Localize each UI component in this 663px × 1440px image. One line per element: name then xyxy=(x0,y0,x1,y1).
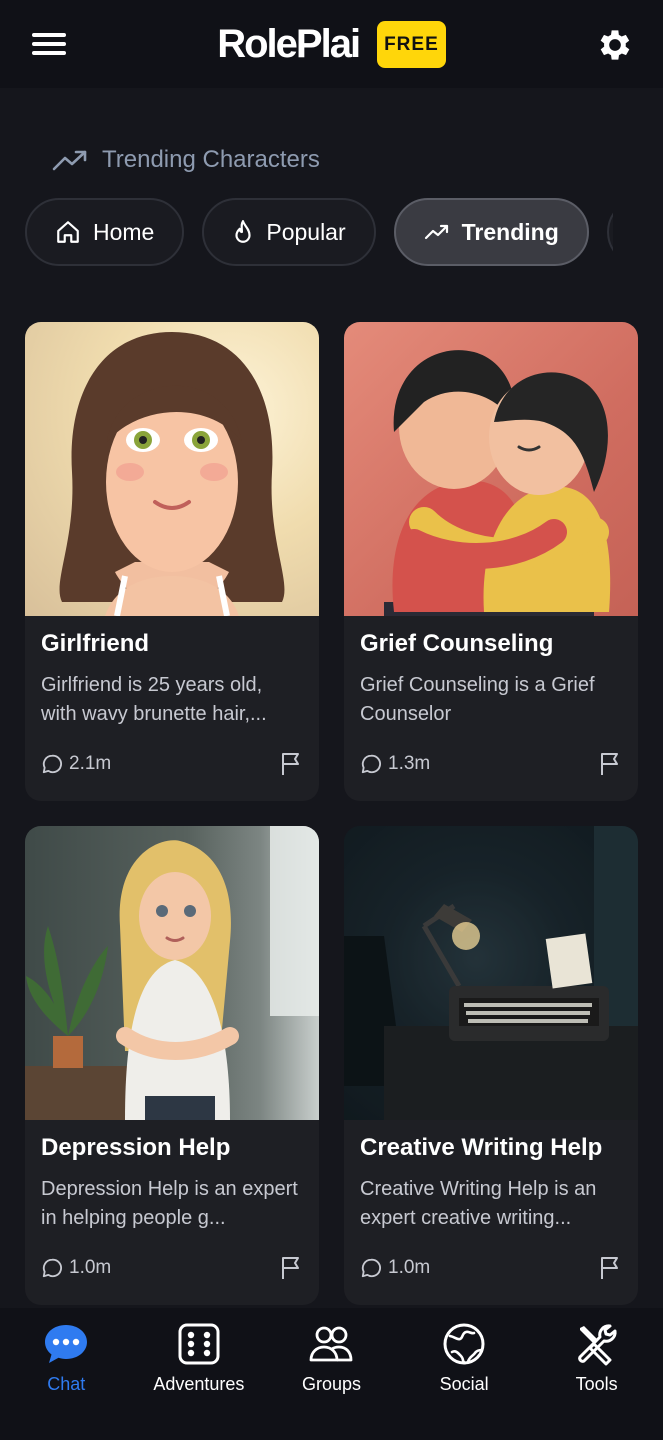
hamburger-menu-icon[interactable] xyxy=(32,30,66,58)
chat-bubble-icon xyxy=(45,1325,88,1363)
comment-icon xyxy=(361,754,381,774)
comment-icon xyxy=(361,1258,381,1278)
card-title: Depression Help xyxy=(41,1134,231,1161)
nav-label: Social xyxy=(439,1374,489,1394)
trending-icon xyxy=(424,224,448,240)
character-image xyxy=(344,826,638,1120)
gear-icon[interactable] xyxy=(595,25,635,65)
chip-trending[interactable]: Trending xyxy=(393,198,589,266)
count-value: 1.0m xyxy=(388,1257,431,1278)
card-description: Creative Writing Help is an expert creat… xyxy=(360,1178,597,1229)
section-heading: Trending Characters xyxy=(52,142,320,178)
app-logo[interactable]: RolePlai FREE xyxy=(217,20,446,68)
count-value: 2.1m xyxy=(69,753,112,774)
filter-chips: Home Popular Trending xyxy=(25,198,613,266)
groups-icon xyxy=(310,1326,353,1362)
flag-icon[interactable] xyxy=(598,1255,622,1281)
chat-count: 2.1m xyxy=(41,753,111,775)
section-title: Trending Characters xyxy=(102,146,320,173)
nav-label: Tools xyxy=(575,1374,618,1394)
app-header: RolePlai FREE xyxy=(0,0,663,88)
card-title: Grief Counseling xyxy=(360,630,554,657)
count-value: 1.3m xyxy=(388,753,431,774)
comment-icon xyxy=(42,1258,62,1278)
nav-groups[interactable]: Groups xyxy=(271,1322,391,1440)
nav-label: Groups xyxy=(301,1374,361,1394)
chat-count: 1.0m xyxy=(360,1257,430,1279)
chip-popular[interactable]: Popular xyxy=(202,198,376,266)
home-icon xyxy=(57,221,79,243)
flag-icon[interactable] xyxy=(598,751,622,777)
character-image xyxy=(25,826,319,1120)
character-card[interactable]: Depression Help Depression Help is an ex… xyxy=(25,826,319,1305)
chip-label: Home xyxy=(93,218,155,245)
trending-icon xyxy=(52,150,87,171)
character-image xyxy=(344,322,638,616)
chip-home[interactable]: Home xyxy=(25,198,185,266)
character-card[interactable]: Creative Writing Help Creative Writing H… xyxy=(344,826,638,1305)
flag-icon[interactable] xyxy=(279,1255,303,1281)
chip-label: Trending xyxy=(461,218,559,245)
logo-text: RolePlai xyxy=(217,21,361,66)
nav-label: Adventures xyxy=(153,1374,245,1394)
chip-label: Popular xyxy=(266,218,346,245)
bottom-nav: Chat Adventures Groups Social Tools xyxy=(0,1308,663,1440)
nav-adventures[interactable]: Adventures xyxy=(139,1322,259,1440)
card-description: Depression Help is an expert in helping … xyxy=(41,1178,298,1229)
nav-chat[interactable]: Chat xyxy=(6,1322,126,1440)
nav-label: Chat xyxy=(47,1374,86,1394)
card-title: Girlfriend xyxy=(41,630,150,657)
flag-icon[interactable] xyxy=(279,751,303,777)
character-card[interactable]: Girlfriend Girlfriend is 25 years old, w… xyxy=(25,322,319,801)
card-description: Girlfriend is 25 years old, with wavy br… xyxy=(41,674,267,725)
card-description: Grief Counseling is a Grief Counselor xyxy=(360,674,595,725)
comment-icon xyxy=(42,754,62,774)
character-grid: Girlfriend Girlfriend is 25 years old, w… xyxy=(25,322,638,1312)
flame-icon xyxy=(235,220,251,243)
chip-more[interactable] xyxy=(606,198,613,266)
chat-count: 1.0m xyxy=(41,1257,111,1279)
card-title: Creative Writing Help xyxy=(360,1134,603,1161)
free-badge: FREE xyxy=(377,20,446,68)
nav-social[interactable]: Social xyxy=(404,1322,524,1440)
globe-icon xyxy=(443,1323,485,1365)
dice-icon xyxy=(178,1323,220,1365)
tools-icon xyxy=(577,1324,617,1366)
character-card[interactable]: Grief Counseling Grief Counseling is a G… xyxy=(344,322,638,801)
character-image xyxy=(25,322,319,616)
chat-count: 1.3m xyxy=(360,753,430,775)
nav-tools[interactable]: Tools xyxy=(537,1322,657,1440)
count-value: 1.0m xyxy=(69,1257,112,1278)
